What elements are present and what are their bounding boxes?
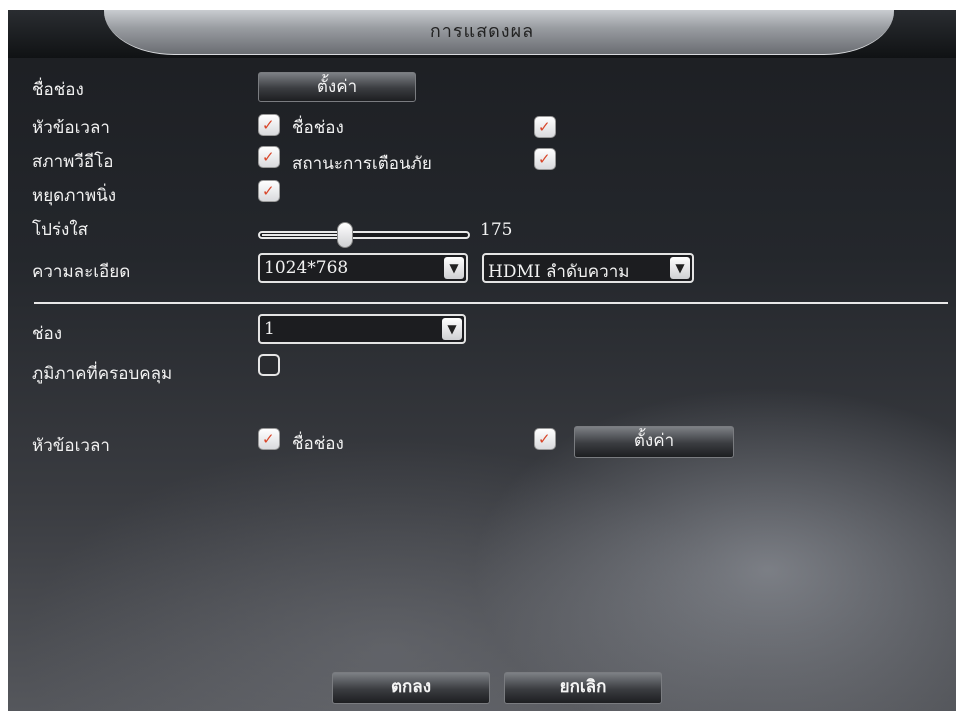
time-title2-checkbox[interactable]: ✓ — [258, 428, 280, 450]
time-title-checkbox[interactable]: ✓ — [258, 114, 280, 136]
resolution-value: 1024*768 — [264, 258, 349, 278]
chevron-down-icon: ▼ — [444, 257, 464, 279]
freeze-checkbox[interactable]: ✓ — [258, 180, 280, 202]
resolution-select[interactable]: 1024*768 ▼ — [258, 253, 468, 283]
transparency-label: โปร่งใส — [32, 220, 89, 240]
ok-button[interactable]: ตกลง — [332, 672, 490, 704]
alarm-status-label: สถานะการเตือนภัย — [292, 154, 432, 174]
output-select[interactable]: HDMI ลำดับความ ▼ — [482, 253, 694, 283]
section-divider — [34, 302, 948, 304]
chevron-down-icon: ▼ — [442, 318, 462, 340]
channel-name-label: ชื่อช่อง — [32, 80, 84, 100]
channel-label: ช่อง — [32, 324, 63, 344]
title-bar: การแสดงผล — [8, 10, 956, 58]
resolution-label: ความละเอียด — [32, 262, 131, 282]
check-icon: ✓ — [262, 148, 275, 166]
window-title: การแสดงผล — [429, 21, 535, 42]
check-icon: ✓ — [262, 116, 275, 134]
channel-name-setup-button[interactable]: ตั้งค่า — [258, 72, 416, 102]
output-value: HDMI ลำดับความ — [488, 262, 630, 282]
time-title2-label: หัวข้อเวลา — [32, 436, 110, 456]
video-status-checkbox[interactable]: ✓ — [258, 146, 280, 168]
check-icon: ✓ — [538, 430, 551, 448]
freeze-label: หยุดภาพนิ่ง — [32, 186, 117, 206]
cover-area-checkbox[interactable] — [258, 354, 280, 376]
check-icon: ✓ — [262, 182, 275, 200]
check-icon: ✓ — [262, 430, 275, 448]
time-title-label: หัวข้อเวลา — [32, 118, 110, 138]
transparency-slider-fill — [262, 234, 349, 236]
video-status-label: สภาพวีอีโอ — [32, 152, 114, 172]
time-title-channel-name-label: ชื่อช่อง — [292, 118, 344, 138]
check-icon: ✓ — [538, 118, 551, 136]
transparency-slider-track[interactable] — [258, 231, 470, 239]
channel-name2-label: ชื่อช่อง — [292, 434, 344, 454]
channel-select[interactable]: 1 ▼ — [258, 314, 466, 344]
chevron-down-icon: ▼ — [670, 257, 690, 279]
channel-name-checkbox[interactable]: ✓ — [534, 116, 556, 138]
channel-name2-checkbox[interactable]: ✓ — [534, 428, 556, 450]
check-icon: ✓ — [538, 150, 551, 168]
channel-value: 1 — [264, 319, 275, 339]
alarm-status-checkbox[interactable]: ✓ — [534, 148, 556, 170]
display-settings-window: การแสดงผล ชื่อช่อง ตั้งค่า หัวข้อเวลา ✓ … — [8, 10, 956, 711]
cancel-button[interactable]: ยกเลิก — [504, 672, 662, 704]
transparency-value: 175 — [480, 220, 513, 240]
cover-area-label: ภูมิภาคที่ครอบคลุม — [32, 364, 173, 384]
channel-name2-setup-button[interactable]: ตั้งค่า — [574, 426, 734, 458]
transparency-slider-thumb[interactable] — [337, 222, 353, 248]
